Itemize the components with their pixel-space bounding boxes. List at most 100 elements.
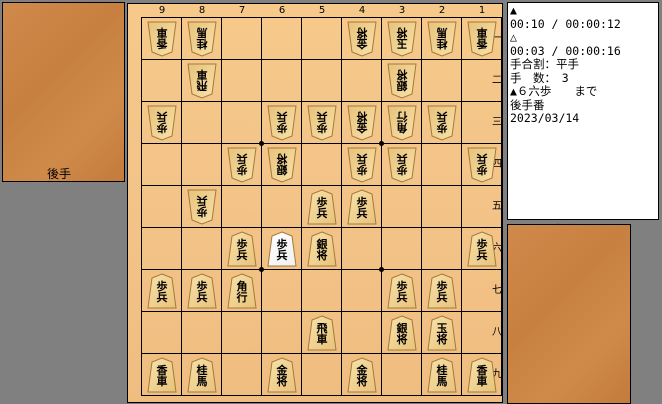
piece-sente-金将[interactable]: 金将 [347,357,377,393]
gote-hand-label: 後手 [47,167,72,181]
piece-sente-香車[interactable]: 香車 [467,357,497,393]
piece-gote-歩兵[interactable]: 歩兵 [147,105,177,141]
piece-gote-銀将[interactable]: 銀将 [267,147,297,183]
piece-sente-玉将[interactable]: 玉将 [427,315,457,351]
board-square-1-5[interactable] [462,186,502,228]
piece-sente-歩兵[interactable]: 歩兵 [307,189,337,225]
piece-gote-銀将[interactable]: 銀将 [387,63,417,99]
game-info-panel: ▲ 00:10 / 00:00:12 △ 00:03 / 00:00:16 手合… [507,2,659,220]
board-square-8-6[interactable] [182,228,222,270]
board-square-5-4[interactable] [302,144,342,186]
piece-gote-歩兵[interactable]: 歩兵 [267,105,297,141]
board-square-6-5[interactable] [262,186,302,228]
piece-sente-歩兵[interactable]: 歩兵 [267,231,297,267]
column-label: 1 [478,5,486,16]
piece-sente-歩兵[interactable]: 歩兵 [427,273,457,309]
turn-indicator: 後手番 [510,97,545,112]
board-square-1-3[interactable] [462,102,502,144]
board-square-7-9[interactable] [222,354,262,396]
piece-sente-角行[interactable]: 角行 [227,273,257,309]
board-square-9-6[interactable] [142,228,182,270]
board-square-9-4[interactable] [142,144,182,186]
board-square-7-2[interactable] [222,60,262,102]
board-square-5-7[interactable] [302,270,342,312]
piece-gote-歩兵[interactable]: 歩兵 [467,147,497,183]
piece-gote-飛車[interactable]: 飛車 [187,63,217,99]
board-square-3-6[interactable] [382,228,422,270]
piece-gote-歩兵[interactable]: 歩兵 [227,147,257,183]
board-square-4-7[interactable] [342,270,382,312]
gote-piece-stand[interactable] [2,2,125,182]
board-square-7-5[interactable] [222,186,262,228]
board-square-7-8[interactable] [222,312,262,354]
piece-char-bottom: 行 [396,110,408,123]
piece-gote-歩兵[interactable]: 歩兵 [307,105,337,141]
piece-gote-香車[interactable]: 香車 [467,21,497,57]
board-square-9-5[interactable] [142,186,182,228]
piece-sente-桂馬[interactable]: 桂馬 [427,357,457,393]
board-square-2-2[interactable] [422,60,462,102]
piece-gote-金将[interactable]: 金将 [347,105,377,141]
piece-sente-歩兵[interactable]: 歩兵 [347,189,377,225]
board-square-8-4[interactable] [182,144,222,186]
board-square-3-9[interactable] [382,354,422,396]
piece-gote-金将[interactable]: 金将 [347,21,377,57]
piece-sente-香車[interactable]: 香車 [147,357,177,393]
board-square-7-3[interactable] [222,102,262,144]
piece-sente-銀将[interactable]: 銀将 [387,315,417,351]
piece-sente-歩兵[interactable]: 歩兵 [467,231,497,267]
board-square-6-1[interactable] [262,18,302,60]
piece-gote-桂馬[interactable]: 桂馬 [427,21,457,57]
piece-char-bottom: 将 [396,333,408,346]
piece-sente-飛車[interactable]: 飛車 [307,315,337,351]
board-square-8-3[interactable] [182,102,222,144]
board-square-2-4[interactable] [422,144,462,186]
board-square-6-7[interactable] [262,270,302,312]
piece-char-bottom: 将 [316,249,328,262]
piece-char-bottom: 兵 [476,249,488,262]
board-square-3-5[interactable] [382,186,422,228]
board-square-4-6[interactable] [342,228,382,270]
piece-char-bottom: 行 [236,291,248,304]
piece-char-bottom: 車 [476,26,488,39]
board-square-2-5[interactable] [422,186,462,228]
board-square-9-8[interactable] [142,312,182,354]
piece-gote-歩兵[interactable]: 歩兵 [427,105,457,141]
board-square-9-2[interactable] [142,60,182,102]
piece-sente-銀将[interactable]: 銀将 [307,231,337,267]
piece-char-bottom: 兵 [156,291,168,304]
piece-gote-桂馬[interactable]: 桂馬 [187,21,217,57]
piece-sente-歩兵[interactable]: 歩兵 [387,273,417,309]
sente-piece-stand[interactable] [507,224,631,404]
board-square-8-8[interactable] [182,312,222,354]
board-square-5-1[interactable] [302,18,342,60]
board-square-6-8[interactable] [262,312,302,354]
piece-char-bottom: 兵 [276,249,288,262]
board-square-1-7[interactable] [462,270,502,312]
column-label: 7 [238,5,246,16]
piece-gote-歩兵[interactable]: 歩兵 [347,147,377,183]
board-square-2-6[interactable] [422,228,462,270]
piece-gote-歩兵[interactable]: 歩兵 [187,189,217,225]
board-square-4-2[interactable] [342,60,382,102]
board-square-4-8[interactable] [342,312,382,354]
piece-sente-金将[interactable]: 金将 [267,357,297,393]
piece-sente-歩兵[interactable]: 歩兵 [147,273,177,309]
board-square-5-9[interactable] [302,354,342,396]
piece-sente-歩兵[interactable]: 歩兵 [187,273,217,309]
board-square-6-2[interactable] [262,60,302,102]
piece-gote-角行[interactable]: 角行 [387,105,417,141]
piece-gote-香車[interactable]: 香車 [147,21,177,57]
piece-sente-歩兵[interactable]: 歩兵 [227,231,257,267]
piece-gote-歩兵[interactable]: 歩兵 [387,147,417,183]
board-square-1-2[interactable] [462,60,502,102]
board-square-5-2[interactable] [302,60,342,102]
piece-char-bottom: 兵 [396,291,408,304]
board-square-1-8[interactable] [462,312,502,354]
board-square-7-1[interactable] [222,18,262,60]
piece-gote-玉将[interactable]: 玉将 [387,21,417,57]
column-label: 4 [358,5,366,16]
shogi-board[interactable]: 987654321一二三四五六七八九 香車 桂馬 金将 玉 将 桂 馬 香 車 … [127,3,503,403]
piece-sente-桂馬[interactable]: 桂馬 [187,357,217,393]
column-label: 5 [318,5,326,16]
